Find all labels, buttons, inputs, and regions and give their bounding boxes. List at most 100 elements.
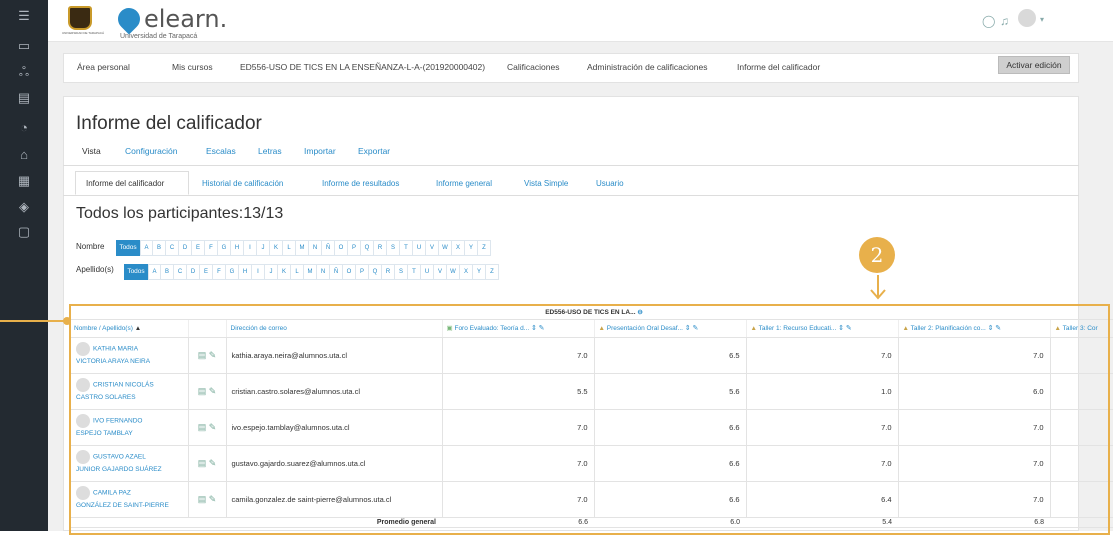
letter-filter-last-13[interactable]: N xyxy=(317,264,330,280)
letter-filter-last-2[interactable]: C xyxy=(174,264,187,280)
tab-export[interactable]: Exportar xyxy=(358,146,390,156)
column-header-taller1[interactable]: ▲ Taller 1: Recurso Educati... ⇕ ✎ xyxy=(746,319,899,338)
user-report-icon[interactable]: ▤ xyxy=(198,350,207,360)
user-report-icon[interactable]: ▤ xyxy=(198,386,207,396)
letter-filter-last-6[interactable]: G xyxy=(226,264,239,280)
calendar-icon[interactable]: ▦ xyxy=(0,173,48,189)
course-category-header[interactable]: ED556-USO DE TICS EN LA... ⊖ xyxy=(442,305,746,320)
grade-cell[interactable]: 6.5 xyxy=(594,337,747,374)
letter-filter-last-10[interactable]: K xyxy=(278,264,291,280)
edit-icon[interactable]: ✎ xyxy=(995,325,1001,332)
grade-cell[interactable]: 6.6 xyxy=(594,409,747,446)
letter-filter-first-23[interactable]: W xyxy=(439,240,452,256)
subtab-overview-report[interactable]: Informe general xyxy=(436,179,492,188)
folder-icon[interactable]: ▭ xyxy=(0,38,48,54)
grade-cell[interactable]: 7.0 xyxy=(898,445,1051,482)
letter-filter-first-11[interactable]: L xyxy=(283,240,296,256)
breadcrumb-home[interactable]: Área personal xyxy=(77,62,130,72)
grade-cell[interactable]: 7.0 xyxy=(442,409,595,446)
user-menu-caret-icon[interactable]: ▾ xyxy=(1040,15,1044,24)
letter-filter-last-7[interactable]: H xyxy=(239,264,252,280)
subtab-grader-report[interactable]: Informe del calificador xyxy=(86,179,164,188)
letter-filter-first-17[interactable]: Q xyxy=(361,240,374,256)
letter-filter-last-19[interactable]: S xyxy=(395,264,408,280)
brand-name[interactable]: elearn. xyxy=(144,5,227,33)
last-name-filter-all[interactable]: Todos xyxy=(124,264,148,280)
first-name-filter-all[interactable]: Todos xyxy=(116,240,140,256)
column-header-forum[interactable]: ▣ Foro Evaluado: Teoría d... ⇕ ✎ xyxy=(442,319,595,338)
grade-cell[interactable] xyxy=(1050,373,1113,410)
letter-filter-first-21[interactable]: U xyxy=(413,240,426,256)
graduation-icon[interactable]: ◈ xyxy=(0,199,48,215)
sort-icon[interactable]: ⇕ xyxy=(531,325,537,332)
letter-filter-first-26[interactable]: Z xyxy=(478,240,491,256)
column-header-oral[interactable]: ▲ Presentación Oral Desaf... ⇕ ✎ xyxy=(594,319,747,338)
student-name-cell[interactable]: CAMILA PAZ GONZÁLEZ DE SAINT-PIERRE xyxy=(70,481,189,518)
letter-filter-first-8[interactable]: I xyxy=(244,240,257,256)
student-last-name[interactable]: ESPEJO TAMBLAY xyxy=(76,430,133,437)
grade-cell[interactable]: 5.5 xyxy=(442,373,595,410)
edit-user-icon[interactable]: ✎ xyxy=(209,422,217,432)
letter-filter-last-8[interactable]: I xyxy=(252,264,265,280)
grade-cell[interactable]: 7.0 xyxy=(746,445,899,482)
letter-filter-last-16[interactable]: P xyxy=(356,264,369,280)
letter-filter-last-4[interactable]: E xyxy=(200,264,213,280)
sort-icon[interactable]: ⇕ xyxy=(838,325,844,332)
enable-edit-button[interactable]: Activar edición xyxy=(998,56,1070,74)
grade-cell[interactable]: 7.0 xyxy=(442,481,595,518)
letter-filter-last-25[interactable]: Y xyxy=(473,264,486,280)
grade-cell[interactable]: 6.6 xyxy=(594,481,747,518)
letter-filter-last-23[interactable]: W xyxy=(447,264,460,280)
student-last-name[interactable]: CASTRO SOLARES xyxy=(76,394,136,401)
letter-filter-last-22[interactable]: V xyxy=(434,264,447,280)
edit-user-icon[interactable]: ✎ xyxy=(209,386,217,396)
column-header-taller2[interactable]: ▲ Taller 2: Planificación co... ⇕ ✎ xyxy=(898,319,1051,338)
letter-filter-last-15[interactable]: O xyxy=(343,264,356,280)
letter-filter-first-14[interactable]: Ñ xyxy=(322,240,335,256)
student-name-cell[interactable]: GUSTAVO AZAEL JUNIOR GAJARDO SUÁREZ xyxy=(70,445,189,482)
grade-cell[interactable] xyxy=(1050,409,1113,446)
grade-cell[interactable]: 7.0 xyxy=(898,337,1051,374)
letter-filter-first-13[interactable]: N xyxy=(309,240,322,256)
breadcrumb-course[interactable]: ED556-USO DE TICS EN LA ENSEÑANZA-L-A-(2… xyxy=(240,62,485,72)
letter-filter-first-25[interactable]: Y xyxy=(465,240,478,256)
letter-filter-last-18[interactable]: R xyxy=(382,264,395,280)
grade-cell[interactable] xyxy=(1050,337,1113,374)
student-name-cell[interactable]: IVO FERNANDO ESPEJO TAMBLAY xyxy=(70,409,189,446)
letter-filter-first-20[interactable]: T xyxy=(400,240,413,256)
tab-letters[interactable]: Letras xyxy=(258,146,282,156)
letter-filter-last-17[interactable]: Q xyxy=(369,264,382,280)
letter-filter-first-22[interactable]: V xyxy=(426,240,439,256)
home-icon[interactable]: ⌂ xyxy=(0,147,48,163)
breadcrumb-grade-admin[interactable]: Administración de calificaciones xyxy=(587,62,707,72)
name-column-header[interactable]: Nombre / Apellido(s) ▲ xyxy=(70,319,189,338)
user-report-icon[interactable]: ▤ xyxy=(198,458,207,468)
letter-filter-last-5[interactable]: F xyxy=(213,264,226,280)
letter-filter-first-5[interactable]: F xyxy=(205,240,218,256)
letter-filter-first-12[interactable]: M xyxy=(296,240,309,256)
letter-filter-first-0[interactable]: A xyxy=(140,240,153,256)
letter-filter-last-20[interactable]: T xyxy=(408,264,421,280)
messages-icon[interactable]: ◯ xyxy=(982,14,995,28)
grade-cell[interactable] xyxy=(1050,445,1113,482)
collapse-icon[interactable]: ⊖ xyxy=(637,309,642,316)
student-last-name[interactable]: JUNIOR GAJARDO SUÁREZ xyxy=(76,466,162,473)
subtab-grade-history[interactable]: Historial de calificación xyxy=(202,179,283,188)
student-first-name[interactable]: KATHIA MARIA xyxy=(93,346,138,353)
breadcrumb-grades[interactable]: Calificaciones xyxy=(507,62,559,72)
letter-filter-last-0[interactable]: A xyxy=(148,264,161,280)
grade-cell[interactable]: 7.0 xyxy=(898,409,1051,446)
letter-filter-first-3[interactable]: D xyxy=(179,240,192,256)
letter-filter-first-24[interactable]: X xyxy=(452,240,465,256)
grade-cell[interactable] xyxy=(1050,481,1113,518)
grade-cell[interactable]: 7.0 xyxy=(898,481,1051,518)
edit-user-icon[interactable]: ✎ xyxy=(209,494,217,504)
student-first-name[interactable]: GUSTAVO AZAEL xyxy=(93,454,146,461)
letter-filter-last-3[interactable]: D xyxy=(187,264,200,280)
menu-icon[interactable]: ☰ xyxy=(0,8,48,24)
breadcrumb-courses[interactable]: Mis cursos xyxy=(172,62,213,72)
letter-filter-first-4[interactable]: E xyxy=(192,240,205,256)
letter-filter-last-14[interactable]: Ñ xyxy=(330,264,343,280)
edit-user-icon[interactable]: ✎ xyxy=(209,350,217,360)
grade-cell[interactable]: 5.6 xyxy=(594,373,747,410)
